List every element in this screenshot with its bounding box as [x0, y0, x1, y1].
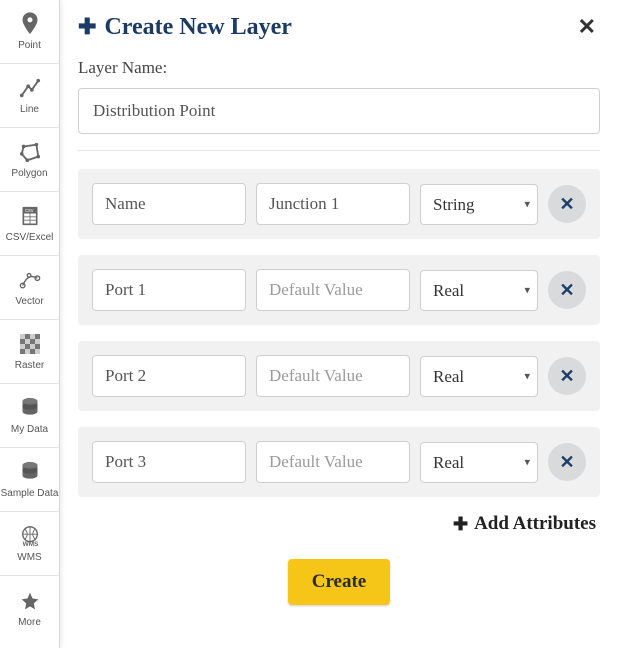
- attribute-name-input[interactable]: [92, 355, 246, 397]
- attribute-type-select-wrap: StringRealInteger: [420, 356, 538, 397]
- delete-attribute-button[interactable]: ✕: [548, 185, 586, 223]
- pin-icon: [18, 12, 42, 36]
- sidebar-item-line[interactable]: Line: [0, 64, 59, 128]
- attribute-type-select-wrap: StringRealInteger: [420, 270, 538, 311]
- polygon-icon: [18, 140, 42, 164]
- attribute-row: StringRealInteger ✕: [78, 341, 600, 411]
- plus-icon: ✚: [453, 514, 468, 535]
- layer-name-input[interactable]: [78, 88, 600, 134]
- attribute-type-select[interactable]: StringRealInteger: [420, 442, 538, 483]
- attribute-row: StringRealInteger ✕: [78, 255, 600, 325]
- sidebar-item-mydata[interactable]: My Data: [0, 384, 59, 448]
- sidebar-item-more[interactable]: More: [0, 576, 59, 640]
- star-icon: [18, 589, 42, 613]
- attribute-type-select[interactable]: StringRealInteger: [420, 270, 538, 311]
- attribute-type-select[interactable]: StringRealInteger: [420, 184, 538, 225]
- attribute-type-select[interactable]: StringRealInteger: [420, 356, 538, 397]
- sidebar-item-label: CSV/Excel: [6, 232, 54, 243]
- line-icon: [18, 76, 42, 100]
- close-icon: ✕: [559, 280, 574, 301]
- delete-attribute-button[interactable]: ✕: [548, 271, 586, 309]
- close-icon: ✕: [559, 366, 574, 387]
- sidebar-item-csv[interactable]: CSV CSV/Excel: [0, 192, 59, 256]
- add-attributes-button[interactable]: ✚ Add Attributes: [60, 497, 618, 535]
- sidebar-item-label: Sample Data: [1, 488, 59, 499]
- sidebar: Point Line Polygon CSV CSV/Excel Vector: [0, 0, 60, 648]
- attribute-type-select-wrap: StringRealInteger: [420, 442, 538, 483]
- svg-text:WMS: WMS: [22, 541, 38, 547]
- create-layer-panel: ✚ Create New Layer ✕ Layer Name: StringR…: [60, 0, 618, 648]
- attribute-default-input[interactable]: [256, 269, 410, 311]
- vector-icon: [18, 268, 42, 292]
- sidebar-item-label: Line: [20, 104, 39, 115]
- sidebar-item-label: WMS: [17, 552, 41, 563]
- database-icon: [18, 396, 42, 420]
- attribute-list: StringRealInteger✕StringRealInteger✕Stri…: [60, 153, 618, 497]
- layer-name-label: Layer Name:: [78, 58, 600, 78]
- attribute-default-input[interactable]: [256, 441, 410, 483]
- attribute-name-input[interactable]: [92, 441, 246, 483]
- sidebar-item-label: Raster: [15, 360, 44, 371]
- database-icon: [18, 460, 42, 484]
- attribute-type-select-wrap: StringRealInteger: [420, 184, 538, 225]
- close-icon[interactable]: ✕: [574, 10, 600, 44]
- sidebar-item-point[interactable]: Point: [0, 0, 59, 64]
- add-attributes-label: Add Attributes: [474, 513, 596, 535]
- spreadsheet-icon: CSV: [18, 204, 42, 228]
- sidebar-item-label: My Data: [11, 424, 48, 435]
- attribute-default-input[interactable]: [256, 183, 410, 225]
- delete-attribute-button[interactable]: ✕: [548, 443, 586, 481]
- raster-icon: [18, 332, 42, 356]
- sidebar-item-sampledata[interactable]: Sample Data: [0, 448, 59, 512]
- sidebar-item-polygon[interactable]: Polygon: [0, 128, 59, 192]
- create-button[interactable]: Create: [288, 559, 391, 605]
- globe-icon: WMS: [18, 524, 42, 548]
- sidebar-item-label: Polygon: [11, 168, 47, 179]
- sidebar-item-vector[interactable]: Vector: [0, 256, 59, 320]
- attribute-name-input[interactable]: [92, 269, 246, 311]
- delete-attribute-button[interactable]: ✕: [548, 357, 586, 395]
- sidebar-item-label: More: [18, 617, 41, 628]
- panel-title: ✚ Create New Layer: [78, 14, 292, 41]
- sidebar-item-label: Vector: [15, 296, 43, 307]
- attribute-default-input[interactable]: [256, 355, 410, 397]
- divider: [78, 150, 600, 151]
- sidebar-item-raster[interactable]: Raster: [0, 320, 59, 384]
- attribute-name-input[interactable]: [92, 183, 246, 225]
- sidebar-item-wms[interactable]: WMS WMS: [0, 512, 59, 576]
- panel-title-text: Create New Layer: [104, 14, 291, 41]
- attribute-row: StringRealInteger ✕: [78, 169, 600, 239]
- svg-text:CSV: CSV: [25, 208, 34, 213]
- close-icon: ✕: [559, 194, 574, 215]
- sidebar-item-label: Point: [18, 40, 41, 51]
- plus-icon: ✚: [78, 14, 96, 40]
- close-icon: ✕: [559, 452, 574, 473]
- attribute-row: StringRealInteger ✕: [78, 427, 600, 497]
